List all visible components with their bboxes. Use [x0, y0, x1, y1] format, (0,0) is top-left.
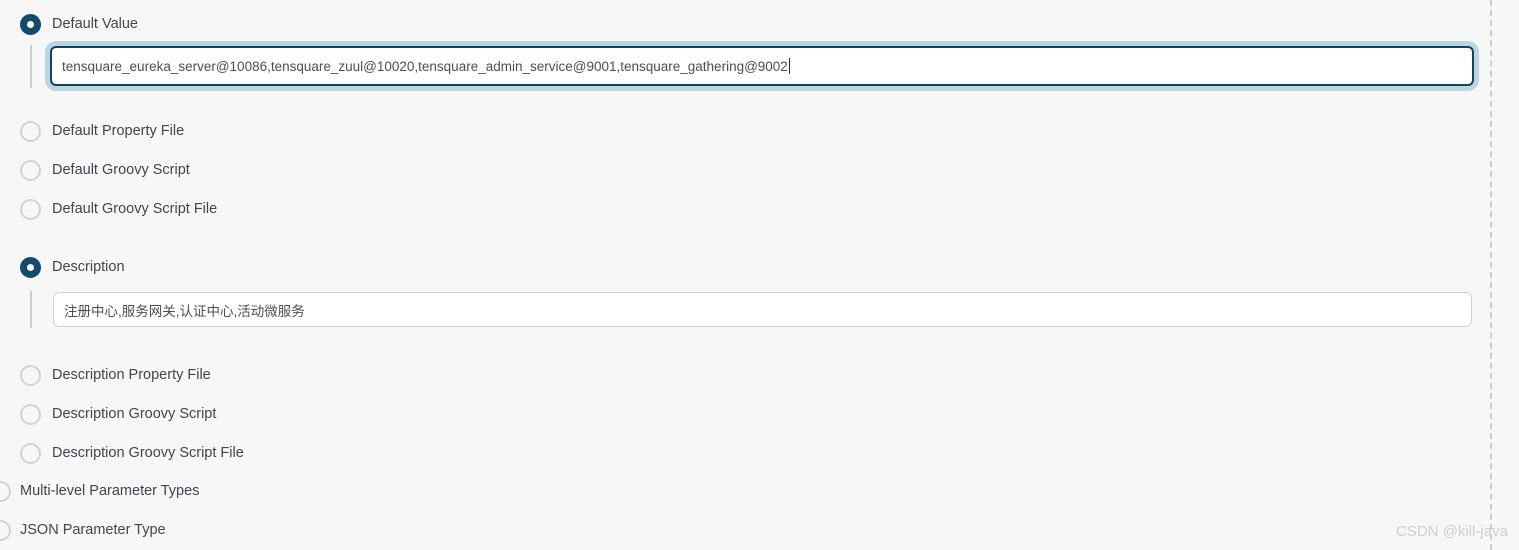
radio-option-description-groovy-script[interactable]: Description Groovy Script — [20, 401, 216, 427]
radio-label-default-groovy-script-file: Default Groovy Script File — [52, 200, 218, 217]
text-caret — [788, 58, 790, 74]
radio-icon-description-property-file[interactable] — [20, 364, 41, 386]
radio-icon-default-property-file[interactable] — [20, 120, 41, 142]
radio-icon-multi-level-parameter-types[interactable] — [0, 480, 11, 502]
radio-option-default-groovy-script[interactable]: Default Groovy Script — [20, 157, 190, 183]
radio-label-description-property-file: Description Property File — [52, 366, 211, 383]
radio-option-json-parameter-type[interactable]: JSON Parameter Type — [0, 517, 166, 543]
default-value-input[interactable]: tensquare_eureka_server@10086,tensquare_… — [50, 46, 1474, 86]
radio-icon-default-groovy-script[interactable] — [20, 159, 41, 181]
description-input[interactable]: 注册中心,服务网关,认证中心,活动微服务 — [53, 292, 1472, 327]
indent-guide-default-value — [30, 45, 32, 88]
radio-icon-description[interactable] — [20, 256, 41, 278]
radio-icon-description-groovy-script-file[interactable] — [20, 442, 41, 464]
radio-label-description-groovy-script-file: Description Groovy Script File — [52, 444, 244, 461]
right-dashed-guide — [1490, 0, 1492, 550]
radio-option-description[interactable]: Description — [20, 254, 125, 280]
radio-icon-json-parameter-type[interactable] — [0, 519, 11, 541]
radio-option-default-property-file[interactable]: Default Property File — [20, 118, 184, 144]
radio-label-default-property-file: Default Property File — [52, 122, 185, 139]
default-value-input-text: tensquare_eureka_server@10086,tensquare_… — [62, 58, 788, 74]
radio-option-description-property-file[interactable]: Description Property File — [20, 362, 211, 388]
radio-option-default-groovy-script-file[interactable]: Default Groovy Script File — [20, 196, 217, 222]
radio-label-description-groovy-script: Description Groovy Script — [52, 405, 217, 422]
radio-option-multi-level-parameter-types[interactable]: Multi-level Parameter Types — [0, 478, 199, 504]
radio-icon-default-value[interactable] — [20, 13, 41, 35]
radio-label-description: Description — [52, 258, 125, 275]
radio-icon-default-groovy-script-file[interactable] — [20, 198, 41, 220]
radio-icon-description-groovy-script[interactable] — [20, 403, 41, 425]
radio-option-description-groovy-script-file[interactable]: Description Groovy Script File — [20, 440, 244, 466]
indent-guide-description — [30, 291, 32, 328]
radio-label-default-groovy-script: Default Groovy Script — [52, 161, 190, 178]
watermark-text: CSDN @kill-java — [1396, 523, 1508, 540]
parameter-options-panel: Default Value tensquare_eureka_server@10… — [0, 0, 1519, 550]
radio-label-multi-level-parameter-types: Multi-level Parameter Types — [20, 482, 200, 499]
description-input-text: 注册中心,服务网关,认证中心,活动微服务 — [64, 303, 305, 319]
radio-option-default-value[interactable]: Default Value — [20, 11, 138, 37]
radio-label-json-parameter-type: JSON Parameter Type — [20, 521, 166, 538]
radio-label-default-value: Default Value — [52, 15, 138, 32]
